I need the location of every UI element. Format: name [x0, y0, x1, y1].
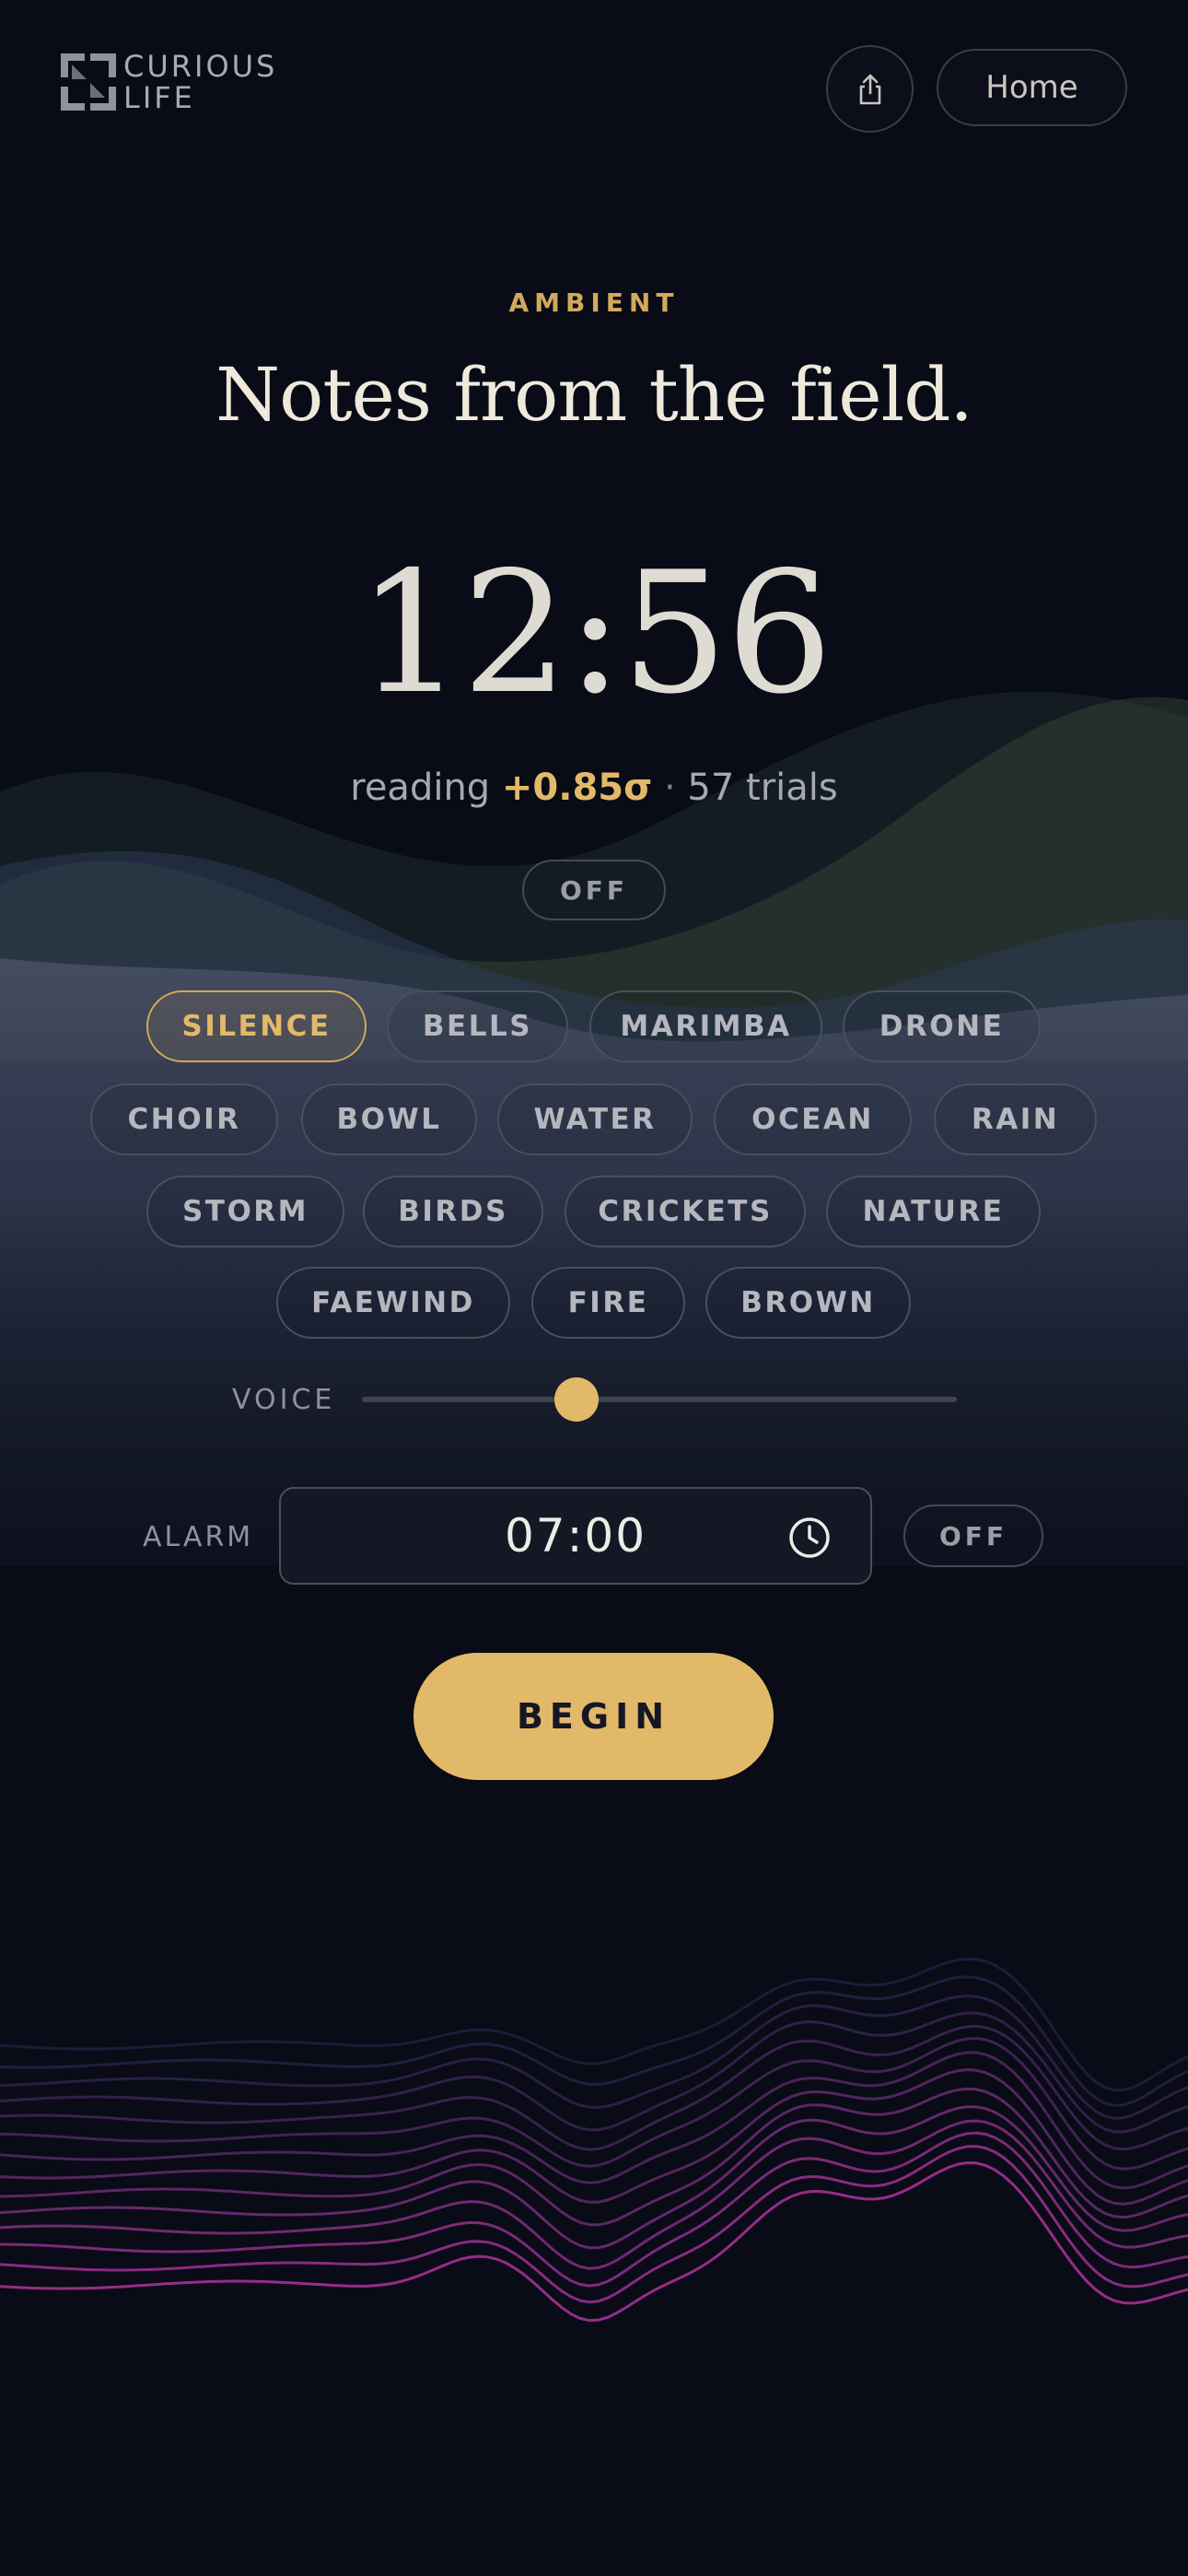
field-wave-line: [0, 2051, 1188, 2190]
alarm-label: ALARM: [143, 1521, 254, 1553]
field-wave-line: [0, 2105, 1188, 2250]
reading-separator: ·: [663, 767, 676, 809]
sound-chip-brown[interactable]: BROWN: [705, 1267, 911, 1339]
alarm-time-value: 07:00: [504, 1509, 647, 1563]
field-wave-line: [0, 2067, 1188, 2206]
sound-chip-nature[interactable]: NATURE: [826, 1176, 1041, 1247]
field-wave-line: [0, 2119, 1188, 2270]
section-eyebrow: AMBIENT: [508, 287, 680, 318]
brand-line-2: LIFE: [123, 80, 195, 115]
sound-chip-silence[interactable]: SILENCE: [146, 990, 367, 1062]
sound-chip-rain[interactable]: RAIN: [934, 1083, 1097, 1155]
voice-slider-track[interactable]: [362, 1397, 957, 1402]
reading-value: +0.85σ: [501, 767, 653, 809]
page-title: Notes from the field.: [215, 352, 973, 438]
voice-slider-thumb[interactable]: [553, 1377, 599, 1422]
sound-chip-marimba[interactable]: MARIMBA: [589, 990, 822, 1062]
share-button[interactable]: [826, 45, 914, 133]
curious-life-logo-icon: [61, 53, 116, 111]
sound-chip-bowl[interactable]: BOWL: [301, 1083, 477, 1155]
alarm-time-field[interactable]: 07:00: [279, 1487, 872, 1585]
sound-chip-drone[interactable]: DRONE: [843, 990, 1041, 1062]
brand-name: CURIOUS LIFE: [123, 51, 277, 113]
current-time: 12:56: [356, 535, 833, 731]
field-wave-line: [0, 2011, 1188, 2134]
clock-icon[interactable]: [787, 1516, 832, 1560]
field-wave-line: [0, 1975, 1188, 2107]
reading-trials: 57 trials: [687, 767, 838, 809]
sound-chip-choir[interactable]: CHOIR: [90, 1083, 278, 1155]
alarm-toggle[interactable]: OFF: [903, 1505, 1043, 1567]
share-icon: [859, 74, 880, 104]
sound-chip-fire[interactable]: FIRE: [531, 1267, 685, 1339]
sound-chip-crickets[interactable]: CRICKETS: [565, 1176, 806, 1247]
reading-prefix: reading: [350, 767, 491, 809]
home-button[interactable]: Home: [937, 49, 1127, 126]
sound-chip-storm[interactable]: STORM: [146, 1176, 344, 1247]
reading-stats: reading +0.85σ · 57 trials: [0, 767, 1188, 809]
brand-line-1: CURIOUS: [123, 49, 278, 84]
sound-chip-water[interactable]: WATER: [497, 1083, 693, 1155]
sound-chip-ocean[interactable]: OCEAN: [714, 1083, 912, 1155]
begin-button[interactable]: BEGIN: [413, 1653, 774, 1780]
brand-logo[interactable]: CURIOUS LIFE: [59, 51, 277, 113]
voice-label: VOICE: [232, 1384, 336, 1416]
field-toggle[interactable]: OFF: [522, 860, 666, 920]
sound-chip-faewind[interactable]: FAEWIND: [276, 1267, 510, 1339]
sound-chip-bells[interactable]: BELLS: [387, 990, 568, 1062]
field-wave-line: [0, 2160, 1188, 2323]
sound-chip-birds[interactable]: BIRDS: [363, 1176, 543, 1247]
